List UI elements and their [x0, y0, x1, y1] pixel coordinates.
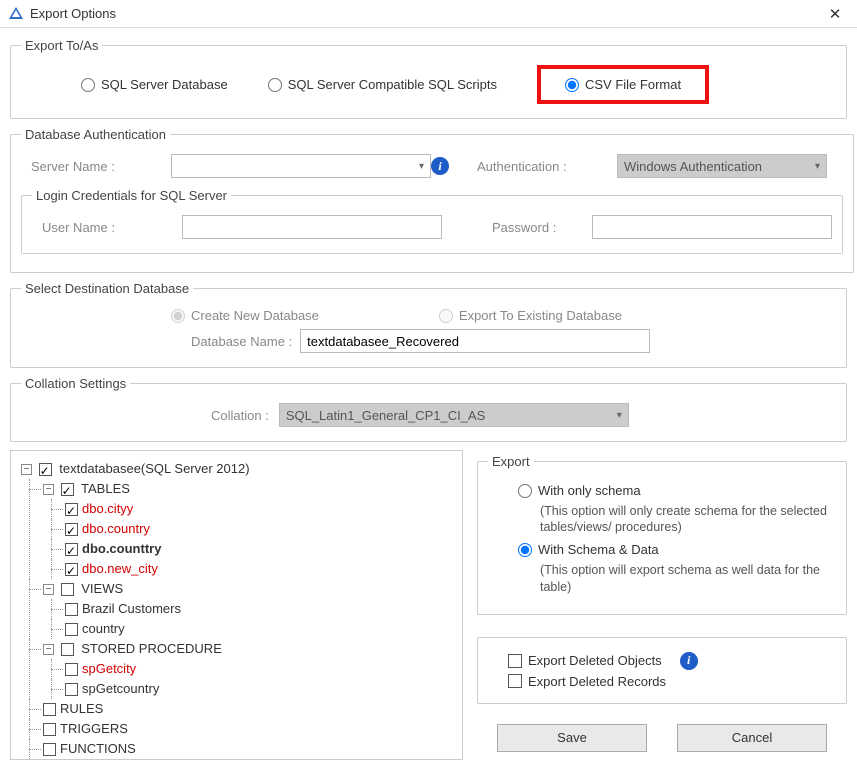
radio-only-schema-label: With only schema [538, 483, 641, 498]
collation-legend: Collation Settings [21, 376, 130, 391]
radio-create-db: Create New Database [171, 308, 319, 323]
info-icon[interactable]: i [680, 652, 698, 670]
db-auth-group: Database Authentication Server Name : ▾ … [10, 127, 854, 273]
tree-item[interactable]: spGetcountry [82, 681, 159, 696]
login-legend: Login Credentials for SQL Server [32, 188, 231, 203]
tree-tables[interactable]: TABLES [81, 481, 130, 496]
tree-sp[interactable]: STORED PROCEDURE [81, 641, 222, 656]
radio-sql-scripts-label: SQL Server Compatible SQL Scripts [288, 77, 497, 92]
collapse-icon[interactable]: − [43, 484, 54, 495]
csv-highlight: CSV File Format [537, 65, 709, 104]
collation-value: SQL_Latin1_General_CP1_CI_AS [286, 408, 485, 423]
dest-db-group: Select Destination Database Create New D… [10, 281, 847, 368]
tree-checkbox[interactable] [61, 643, 74, 656]
radio-sql-db-label: SQL Server Database [101, 77, 228, 92]
tree-checkbox[interactable] [65, 603, 78, 616]
export-legend: Export [488, 454, 534, 469]
window-title: Export Options [30, 6, 821, 21]
tree-views[interactable]: VIEWS [81, 581, 123, 596]
tree-checkbox[interactable] [65, 563, 78, 576]
object-tree[interactable]: − textdatabasee(SQL Server 2012) − TABLE… [10, 450, 463, 760]
cancel-button[interactable]: Cancel [677, 724, 827, 752]
tree-checkbox[interactable] [65, 543, 78, 556]
export-to-group: Export To/As SQL Server Database SQL Ser… [10, 38, 847, 119]
db-auth-legend: Database Authentication [21, 127, 170, 142]
tree-checkbox[interactable] [61, 583, 74, 596]
tree-root-label[interactable]: textdatabasee(SQL Server 2012) [59, 461, 249, 476]
radio-schema-data-label: With Schema & Data [538, 542, 659, 557]
auth-combo: Windows Authentication▾ [617, 154, 827, 178]
radio-only-schema[interactable]: With only schema [518, 483, 641, 498]
export-options-group: Export With only schema (This option wil… [477, 454, 847, 615]
export-to-legend: Export To/As [21, 38, 102, 53]
password-label: Password : [492, 220, 592, 235]
auth-value: Windows Authentication [624, 159, 762, 174]
server-name-combo[interactable]: ▾ [171, 154, 431, 178]
radio-schema-data[interactable]: With Schema & Data [518, 542, 659, 557]
collapse-icon[interactable]: − [21, 464, 32, 475]
radio-existing-db: Export To Existing Database [439, 308, 622, 323]
collation-label: Collation : [211, 408, 269, 423]
dest-db-legend: Select Destination Database [21, 281, 193, 296]
auth-label: Authentication : [477, 159, 617, 174]
app-icon [8, 6, 24, 22]
collation-combo: SQL_Latin1_General_CP1_CI_AS▾ [279, 403, 629, 427]
tree-functions[interactable]: FUNCTIONS [60, 741, 136, 756]
info-icon[interactable]: i [431, 157, 449, 175]
radio-csv[interactable]: CSV File Format [565, 77, 681, 92]
radio-existing-db-label: Export To Existing Database [459, 308, 622, 323]
radio-sql-scripts[interactable]: SQL Server Compatible SQL Scripts [268, 77, 497, 92]
radio-csv-label: CSV File Format [585, 77, 681, 92]
tree-item[interactable]: Brazil Customers [82, 601, 181, 616]
radio-sql-scripts-input[interactable] [268, 78, 282, 92]
tree-item[interactable]: dbo.country [82, 521, 150, 536]
titlebar: Export Options ✕ [0, 0, 857, 28]
tree-checkbox[interactable] [65, 623, 78, 636]
save-button[interactable]: Save [497, 724, 647, 752]
tree-triggers[interactable]: TRIGGERS [60, 721, 128, 736]
username-label: User Name : [32, 220, 182, 235]
tree-checkbox[interactable] [65, 663, 78, 676]
tree-item[interactable]: country [82, 621, 125, 636]
dbname-label: Database Name : [191, 334, 292, 349]
tree-checkbox[interactable] [65, 523, 78, 536]
radio-sql-db-input[interactable] [81, 78, 95, 92]
radio-csv-input[interactable] [565, 78, 579, 92]
tree-item[interactable]: spGetcity [82, 661, 136, 676]
schema-data-desc: (This option will export schema as well … [540, 562, 836, 596]
username-input[interactable] [182, 215, 442, 239]
tree-item[interactable]: dbo.counttry [82, 541, 161, 556]
chk-deleted-objects-label: Export Deleted Objects [528, 653, 662, 668]
dbname-input[interactable] [300, 329, 650, 353]
close-button[interactable]: ✕ [821, 5, 849, 23]
password-input[interactable] [592, 215, 832, 239]
radio-create-db-input [171, 309, 185, 323]
tree-checkbox[interactable] [65, 683, 78, 696]
chk-deleted-records[interactable] [508, 674, 522, 688]
tree-rules[interactable]: RULES [60, 701, 103, 716]
radio-create-db-label: Create New Database [191, 308, 319, 323]
tree-item[interactable]: dbo.new_city [82, 561, 158, 576]
radio-existing-db-input [439, 309, 453, 323]
tree-item[interactable]: dbo.cityy [82, 501, 133, 516]
collapse-icon[interactable]: − [43, 584, 54, 595]
radio-sql-db[interactable]: SQL Server Database [81, 77, 228, 92]
collapse-icon[interactable]: − [43, 644, 54, 655]
radio-schema-data-input[interactable] [518, 543, 532, 557]
chk-deleted-objects[interactable] [508, 654, 522, 668]
tree-checkbox[interactable] [43, 743, 56, 756]
tree-checkbox[interactable] [43, 703, 56, 716]
tree-checkbox[interactable] [65, 503, 78, 516]
deleted-group: Export Deleted Objects i Export Deleted … [477, 637, 847, 704]
chk-deleted-records-label: Export Deleted Records [528, 674, 666, 689]
tree-checkbox[interactable] [61, 483, 74, 496]
radio-only-schema-input[interactable] [518, 484, 532, 498]
tree-checkbox[interactable] [43, 723, 56, 736]
tree-checkbox[interactable] [39, 463, 52, 476]
collation-group: Collation Settings Collation : SQL_Latin… [10, 376, 847, 442]
server-name-label: Server Name : [21, 159, 171, 174]
only-schema-desc: (This option will only create schema for… [540, 503, 836, 537]
login-group: Login Credentials for SQL Server User Na… [21, 188, 843, 254]
